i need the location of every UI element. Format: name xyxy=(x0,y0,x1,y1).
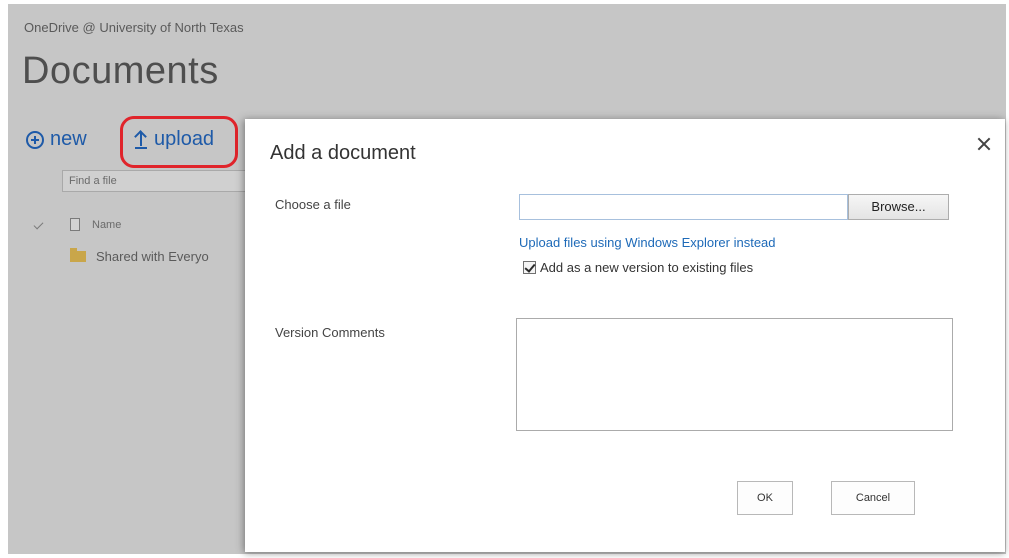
folder-icon xyxy=(70,248,86,262)
add-version-option[interactable]: Add as a new version to existing files xyxy=(523,260,753,275)
find-file-input[interactable]: Find a file xyxy=(62,170,252,192)
upload-arrow-icon xyxy=(134,130,148,150)
list-header: Name xyxy=(34,218,121,231)
browse-button[interactable]: Browse... xyxy=(848,194,949,220)
ok-button[interactable]: OK xyxy=(737,481,793,515)
upload-command-label: upload xyxy=(154,128,215,150)
add-version-label: Add as a new version to existing files xyxy=(540,260,754,275)
version-comments-textarea[interactable] xyxy=(516,318,953,431)
new-command-label: new xyxy=(50,128,87,150)
cancel-button[interactable]: Cancel xyxy=(831,481,915,515)
close-icon[interactable] xyxy=(977,137,991,151)
checkmark-icon[interactable] xyxy=(34,220,44,230)
column-header-name[interactable]: Name xyxy=(92,219,121,231)
windows-explorer-link[interactable]: Upload files using Windows Explorer inst… xyxy=(519,235,776,250)
screenshot-stage: OneDrive @ University of North Texas Doc… xyxy=(0,0,1009,558)
plus-circle-icon xyxy=(26,130,44,149)
dialog-title: Add a document xyxy=(270,142,416,164)
add-version-checkbox[interactable] xyxy=(523,261,536,274)
upload-command[interactable]: upload xyxy=(134,128,214,151)
list-item-name: Shared with Everyo xyxy=(96,249,209,264)
version-comments-label: Version Comments xyxy=(275,325,385,340)
choose-file-label: Choose a file xyxy=(275,197,351,212)
add-document-dialog: Add a document Choose a file Browse... U… xyxy=(245,119,1005,552)
list-item[interactable]: Shared with Everyo xyxy=(70,248,209,264)
document-icon xyxy=(70,218,80,231)
new-command[interactable]: new xyxy=(26,128,87,151)
site-title[interactable]: OneDrive @ University of North Texas xyxy=(24,20,244,35)
file-path-input[interactable] xyxy=(519,194,848,220)
page-title: Documents xyxy=(22,50,219,92)
